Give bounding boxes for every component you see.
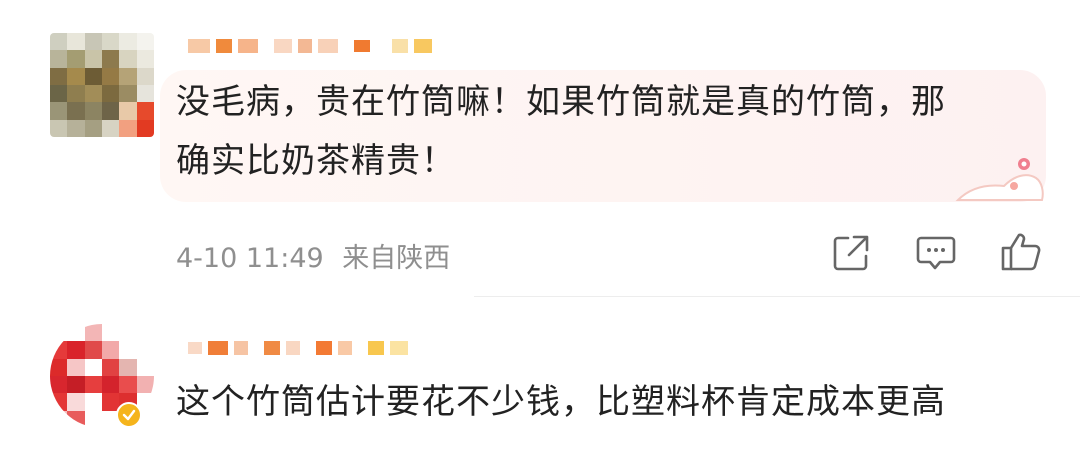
- like-icon[interactable]: [1000, 232, 1042, 272]
- verified-badge-icon: [116, 402, 142, 428]
- username-blurred[interactable]: [188, 35, 432, 57]
- cat-decoration-icon: [955, 158, 1044, 201]
- comment-meta: 4-10 11:49 来自陕西: [176, 236, 450, 275]
- avatar[interactable]: [50, 33, 154, 137]
- divider: [474, 296, 1080, 297]
- comment-icon[interactable]: [916, 234, 956, 272]
- comment-item: 没毛病，贵在竹筒嘛！如果竹筒就是真的竹筒，那 确实比奶茶精贵！ 4-10 11:…: [0, 0, 1080, 300]
- comment-item: 这个竹筒估计要花不少钱，比塑料杯肯定成本更高: [0, 300, 1080, 453]
- share-icon[interactable]: [832, 234, 870, 272]
- comment-text-line: 这个竹筒估计要花不少钱，比塑料杯肯定成本更高: [176, 382, 946, 422]
- username-blurred[interactable]: [188, 337, 408, 359]
- comment-text-line: 没毛病，贵在竹筒嘛！如果竹筒就是真的竹筒，那: [176, 82, 946, 122]
- timestamp: 4-10 11:49: [176, 243, 324, 274]
- location: 来自陕西: [342, 243, 451, 274]
- comment-text-line: 确实比奶茶精贵！: [176, 141, 456, 181]
